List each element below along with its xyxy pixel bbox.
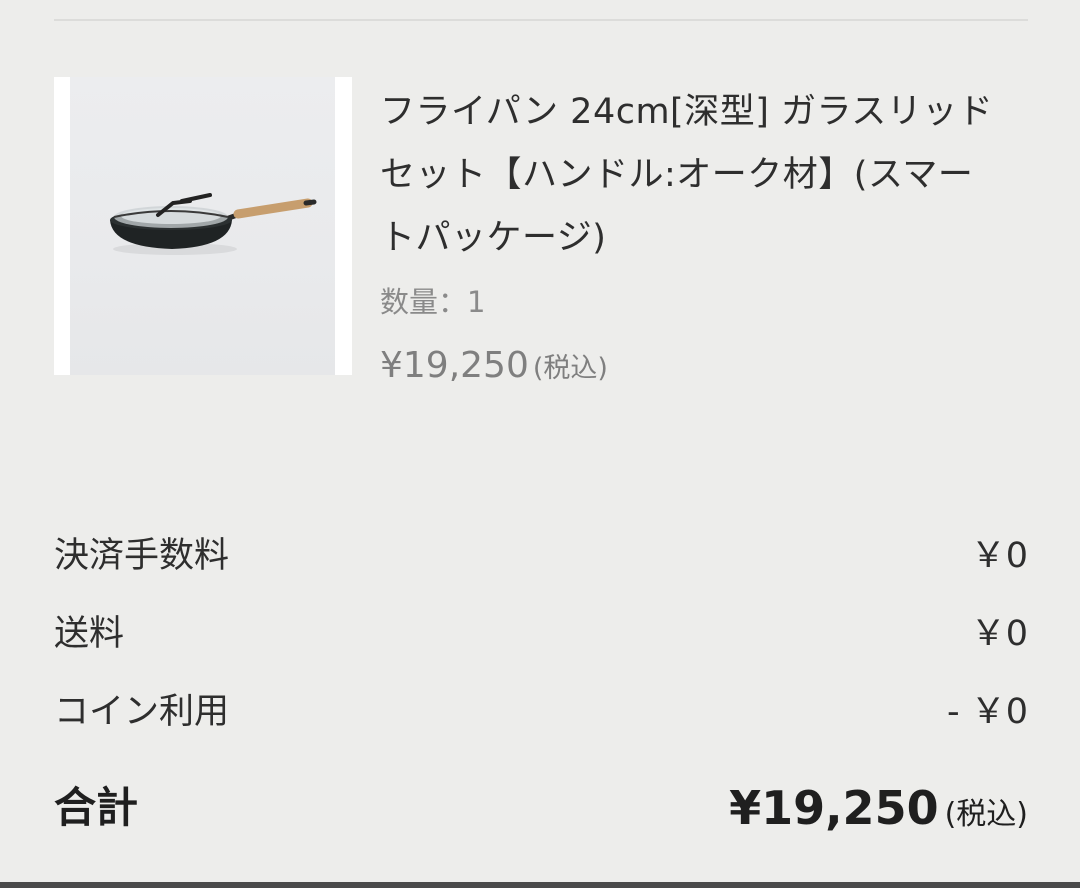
quantity-value: 1 bbox=[467, 285, 486, 319]
summary-row-shipping: 送料 ￥0 bbox=[54, 608, 1028, 686]
payment-fee-value: ￥0 bbox=[970, 536, 1028, 576]
price-row: ¥19,250 (税込) bbox=[380, 344, 1000, 391]
payment-fee-label: 決済手数料 bbox=[54, 536, 230, 576]
quantity-label: 数量： bbox=[380, 285, 468, 319]
top-divider bbox=[54, 19, 1028, 21]
frying-pan-illustration bbox=[110, 193, 317, 255]
cart-item: フライパン 24cm[深型] ガラスリッドセット【ハンドル:オーク材】(スマート… bbox=[54, 77, 1028, 437]
shipping-label: 送料 bbox=[54, 614, 125, 654]
order-summary: 決済手数料 ￥0 送料 ￥0 コイン利用 - ￥0 bbox=[54, 530, 1028, 764]
summary-row-payment-fee: 決済手数料 ￥0 bbox=[54, 530, 1028, 608]
total-value: ¥19,250 (税込) bbox=[729, 778, 1028, 849]
total-amount: ¥19,250 bbox=[729, 781, 939, 835]
quantity-row: 数量：1 bbox=[380, 282, 1000, 322]
bottom-edge bbox=[0, 882, 1080, 888]
coin-usage-label: コイン利用 bbox=[54, 692, 230, 732]
coin-usage-value: - ￥0 bbox=[946, 692, 1028, 732]
product-photo-frame bbox=[70, 77, 335, 375]
total-label: 合計 bbox=[54, 783, 139, 832]
product-info: フライパン 24cm[深型] ガラスリッドセット【ハンドル:オーク材】(スマート… bbox=[380, 81, 1000, 391]
product-tax-note: (税込) bbox=[532, 353, 608, 384]
product-price: ¥19,250 bbox=[380, 345, 529, 386]
shipping-value: ￥0 bbox=[970, 614, 1028, 654]
product-name[interactable]: フライパン 24cm[深型] ガラスリッドセット【ハンドル:オーク材】(スマート… bbox=[380, 81, 1000, 270]
total-row: 合計 ¥19,250 (税込) bbox=[54, 778, 1028, 838]
summary-row-coin-usage: コイン利用 - ￥0 bbox=[54, 686, 1028, 764]
total-tax-note: (税込) bbox=[944, 797, 1028, 832]
product-image[interactable] bbox=[54, 77, 352, 375]
